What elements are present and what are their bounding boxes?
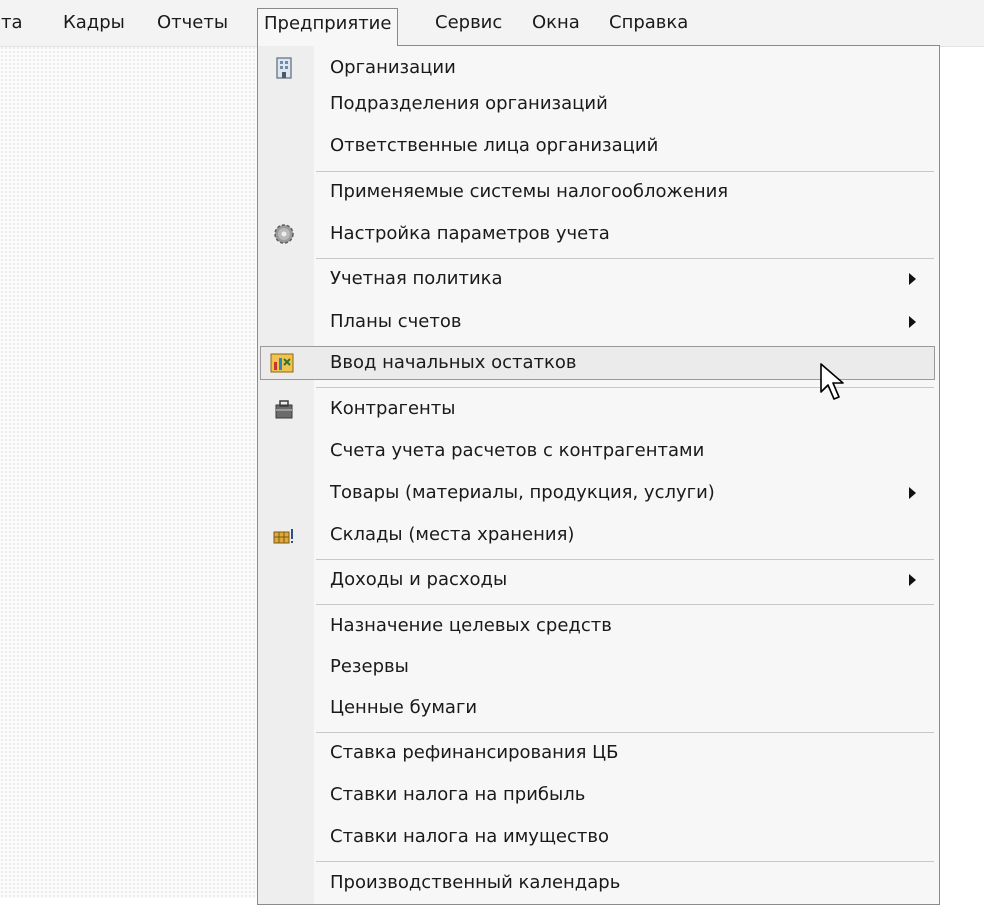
menu-option-accounting-settings[interactable]: Настройка параметров учета — [258, 217, 939, 251]
menu-option-label: Назначение целевых средств — [330, 615, 612, 636]
predpriyatie-dropdown-menu: Организации Подразделения организаций От… — [257, 45, 940, 905]
menu-option-label: Ввод начальных остатков — [330, 352, 577, 373]
submenu-arrow-icon — [909, 574, 916, 586]
menu-option-accounting-policy[interactable]: Учетная политика — [258, 262, 939, 296]
menu-option-profit-tax-rates[interactable]: Ставки налога на прибыль — [258, 778, 939, 812]
menu-item-predpriyatie[interactable]: Предприятие — [257, 8, 399, 46]
menu-option-label: Планы счетов — [330, 311, 462, 332]
menu-option-label: Ставки налога на имущество — [330, 826, 609, 847]
menu-option-tax-systems[interactable]: Применяемые системы налогообложения — [258, 175, 939, 209]
menu-option-label: Учетная политика — [330, 268, 503, 289]
menu-option-responsible-persons[interactable]: Ответственные лица организаций — [258, 129, 939, 163]
workspace-background — [0, 46, 258, 898]
menu-option-label: Склады (места хранения) — [330, 524, 575, 545]
menu-option-label: Ответственные лица организаций — [330, 135, 659, 156]
menu-option-property-tax-rates[interactable]: Ставки налога на имущество — [258, 820, 939, 854]
warehouse-icon — [273, 529, 293, 544]
submenu-arrow-icon — [909, 487, 916, 499]
menu-separator — [316, 604, 934, 605]
menu-option-reserves[interactable]: Резервы — [258, 650, 939, 684]
menu-item-otchety[interactable]: Отчеты — [150, 10, 235, 36]
menu-item-okna[interactable]: Окна — [525, 10, 587, 36]
menu-option-goods[interactable]: Товары (материалы, продукция, услуги) — [258, 476, 939, 510]
menu-option-label: Контрагенты — [330, 398, 456, 419]
initial-balances-icon — [270, 353, 294, 373]
menu-option-departments[interactable]: Подразделения организаций — [258, 87, 939, 121]
submenu-arrow-icon — [909, 316, 916, 328]
organizations-icon — [276, 57, 292, 79]
counterparties-icon — [275, 400, 293, 419]
menu-item-kadry[interactable]: Кадры — [56, 10, 132, 36]
menu-option-charts-of-accounts[interactable]: Планы счетов — [258, 305, 939, 339]
menu-option-securities[interactable]: Ценные бумаги — [258, 691, 939, 725]
menu-item-partial[interactable]: та — [0, 10, 30, 36]
menu-separator — [316, 732, 934, 733]
menu-separator — [316, 861, 934, 862]
menu-option-refinancing-rate[interactable]: Ставка рефинансирования ЦБ — [258, 736, 939, 770]
menu-option-label: Счета учета расчетов с контрагентами — [330, 440, 705, 461]
menu-option-target-funds[interactable]: Назначение целевых средств — [258, 609, 939, 643]
menu-option-label: Подразделения организаций — [330, 93, 608, 114]
menu-option-label: Организации — [330, 57, 456, 78]
menu-option-label: Резервы — [330, 656, 409, 677]
menu-option-label: Ставки налога на прибыль — [330, 784, 586, 805]
menu-item-servis[interactable]: Сервис — [428, 10, 509, 36]
menu-option-label: Товары (материалы, продукция, услуги) — [330, 482, 715, 503]
menu-option-label: Применяемые системы налогообложения — [330, 181, 729, 202]
menu-option-organizations[interactable]: Организации — [258, 51, 939, 85]
menu-option-settlement-accounts[interactable]: Счета учета расчетов с контрагентами — [258, 434, 939, 468]
menu-bar: та Кадры Отчеты Предприятие Сервис Окна … — [0, 0, 984, 47]
menu-option-label: Настройка параметров учета — [330, 223, 610, 244]
menu-option-label: Производственный календарь — [330, 872, 621, 893]
menu-option-label: Доходы и расходы — [330, 569, 508, 590]
mouse-cursor-icon — [820, 363, 844, 400]
menu-option-label: Ценные бумаги — [330, 697, 478, 718]
menu-option-label: Ставка рефинансирования ЦБ — [330, 742, 619, 763]
submenu-arrow-icon — [909, 273, 916, 285]
menu-separator — [316, 171, 934, 172]
menu-option-production-calendar[interactable]: Производственный календарь — [258, 866, 939, 900]
gear-icon — [274, 224, 294, 244]
menu-separator — [316, 258, 934, 259]
menu-separator — [316, 559, 934, 560]
menu-option-warehouses[interactable]: Склады (места хранения) — [258, 518, 939, 552]
menu-option-income-expenses[interactable]: Доходы и расходы — [258, 563, 939, 597]
menu-item-spravka[interactable]: Справка — [602, 10, 695, 36]
